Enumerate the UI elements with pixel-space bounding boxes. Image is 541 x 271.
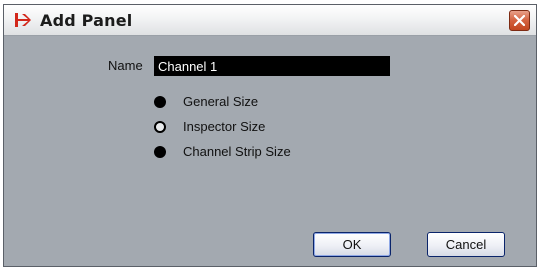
- radio-label: Channel Strip Size: [183, 144, 291, 159]
- radio-button[interactable]: [154, 146, 166, 158]
- radio-label: Inspector Size: [183, 119, 266, 134]
- title-bar[interactable]: Add Panel: [4, 5, 536, 36]
- arrow-logo-icon: [14, 12, 32, 28]
- close-icon: [514, 15, 525, 26]
- cancel-button[interactable]: Cancel: [427, 232, 505, 257]
- dialog-title: Add Panel: [40, 11, 133, 30]
- radio-button[interactable]: [154, 96, 166, 108]
- close-button[interactable]: [509, 10, 530, 31]
- ok-button[interactable]: OK: [313, 232, 391, 257]
- radio-button[interactable]: [154, 121, 166, 133]
- name-label: Name: [108, 58, 143, 73]
- radio-label: General Size: [183, 94, 259, 109]
- name-field[interactable]: [154, 56, 390, 76]
- add-panel-dialog: Add Panel Name General Size Inspector Si…: [3, 4, 537, 267]
